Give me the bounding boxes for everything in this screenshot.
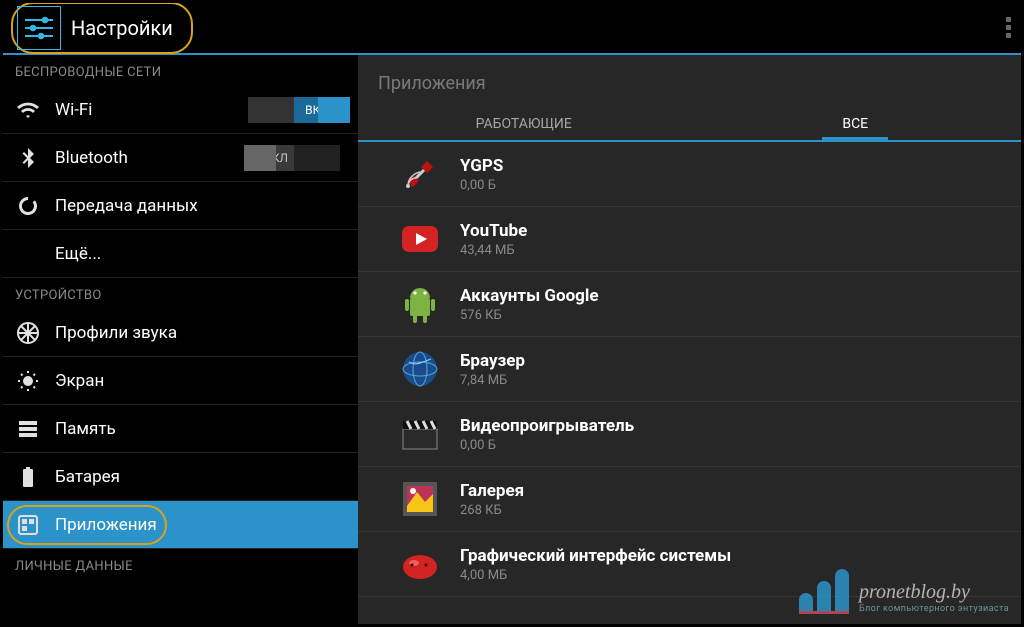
app-size: 268 КБ	[460, 503, 524, 518]
satellite-icon	[398, 152, 442, 196]
sidebar-item-bluetooth[interactable]: BluetoothВЫКЛ	[3, 134, 358, 182]
apps-list: YGPS 0,00 Б YouTube 43,44 МБ Аккаунты Google…	[358, 142, 1021, 624]
sidebar-item-display[interactable]: Экран	[3, 357, 358, 405]
sidebar-item-label: Wi-Fi	[55, 100, 248, 120]
sidebar-item-data[interactable]: Передача данных	[3, 182, 358, 230]
sidebar-item-sound[interactable]: Профили звука	[3, 309, 358, 357]
app-row-system-ui[interactable]: Графический интерфейс системы 4,00 МБ	[358, 532, 1021, 597]
app-name: Браузер	[460, 351, 525, 371]
toggle-wifi[interactable]: ВКЛ	[248, 97, 346, 123]
sidebar-item-wifi[interactable]: Wi-FiВКЛ	[3, 86, 358, 134]
sidebar-item-label: Ещё...	[55, 244, 346, 264]
sidebar-item-label: Передача данных	[55, 196, 346, 216]
clapper-icon	[398, 412, 442, 456]
settings-icon	[17, 6, 61, 50]
app-name: YouTube	[460, 221, 527, 241]
app-row-gallery[interactable]: Галерея 268 КБ	[358, 467, 1021, 532]
sidebar-section-header: БЕСПРОВОДНЫЕ СЕТИ	[3, 55, 358, 86]
app-size: 7,84 МБ	[460, 373, 525, 388]
overflow-menu-button[interactable]	[1006, 17, 1011, 38]
action-bar: Настройки	[3, 3, 1021, 55]
app-window: Настройки БЕСПРОВОДНЫЕ СЕТИWi-FiВКЛBluet…	[0, 0, 1024, 627]
sidebar-section-header: ЛИЧНЫЕ ДАННЫЕ	[3, 549, 358, 580]
app-size: 0,00 Б	[460, 178, 503, 193]
app-name: Графический интерфейс системы	[460, 546, 731, 566]
header-highlight: Настройки	[11, 2, 193, 54]
tab-running[interactable]: РАБОТАЮЩИЕ	[358, 106, 690, 140]
bluetooth-icon	[15, 146, 41, 170]
content-title: Приложения	[358, 55, 1021, 106]
sound-icon	[15, 321, 41, 345]
app-row-google-accounts[interactable]: Аккаунты Google 576 КБ	[358, 272, 1021, 337]
battery-icon	[15, 465, 41, 489]
content-pane: Приложения РАБОТАЮЩИЕВСЕ YGPS 0,00 Б YouTu…	[358, 55, 1021, 624]
settings-sidebar: БЕСПРОВОДНЫЕ СЕТИWi-FiВКЛBluetoothВЫКЛПе…	[3, 55, 358, 624]
storage-icon	[15, 417, 41, 441]
sidebar-item-label: Профили звука	[55, 323, 346, 343]
toggle-bluetooth[interactable]: ВЫКЛ	[248, 145, 346, 171]
display-icon	[15, 369, 41, 393]
jellybean-icon	[398, 542, 442, 586]
app-row-browser[interactable]: Браузер 7,84 МБ	[358, 337, 1021, 402]
sidebar-item-apps[interactable]: Приложения	[3, 501, 358, 549]
app-name: Видеопроигрыватель	[460, 416, 634, 436]
sidebar-section-header: УСТРОЙСТВО	[3, 278, 358, 309]
app-name: YGPS	[460, 156, 503, 176]
data-usage-icon	[15, 194, 41, 218]
tab-all[interactable]: ВСЕ	[690, 106, 1022, 140]
app-name: Галерея	[460, 481, 524, 501]
sidebar-item-label: Экран	[55, 371, 346, 391]
sidebar-item-label: Приложения	[55, 515, 346, 535]
app-name: Аккаунты Google	[460, 286, 599, 306]
sidebar-item-label: Батарея	[55, 467, 346, 487]
app-size: 0,00 Б	[460, 438, 634, 453]
app-size: 576 КБ	[460, 308, 599, 323]
page-title: Настройки	[71, 16, 173, 40]
sidebar-item-more[interactable]: Ещё...	[3, 230, 358, 278]
globe-icon	[398, 347, 442, 391]
android-icon	[398, 282, 442, 326]
wifi-icon	[15, 98, 41, 122]
app-row-youtube[interactable]: YouTube 43,44 МБ	[358, 207, 1021, 272]
youtube-icon	[398, 217, 442, 261]
app-size: 4,00 МБ	[460, 568, 731, 583]
app-row-ygps[interactable]: YGPS 0,00 Б	[358, 142, 1021, 207]
apps-icon	[15, 513, 41, 537]
sidebar-item-label: Память	[55, 419, 346, 439]
sidebar-item-label: Bluetooth	[55, 148, 248, 168]
app-size: 43,44 МБ	[460, 243, 527, 258]
app-row-video-player[interactable]: Видеопроигрыватель 0,00 Б	[358, 402, 1021, 467]
sidebar-item-storage[interactable]: Память	[3, 405, 358, 453]
gallery-icon	[398, 477, 442, 521]
apps-tabs: РАБОТАЮЩИЕВСЕ	[358, 106, 1021, 142]
sidebar-item-battery[interactable]: Батарея	[3, 453, 358, 501]
